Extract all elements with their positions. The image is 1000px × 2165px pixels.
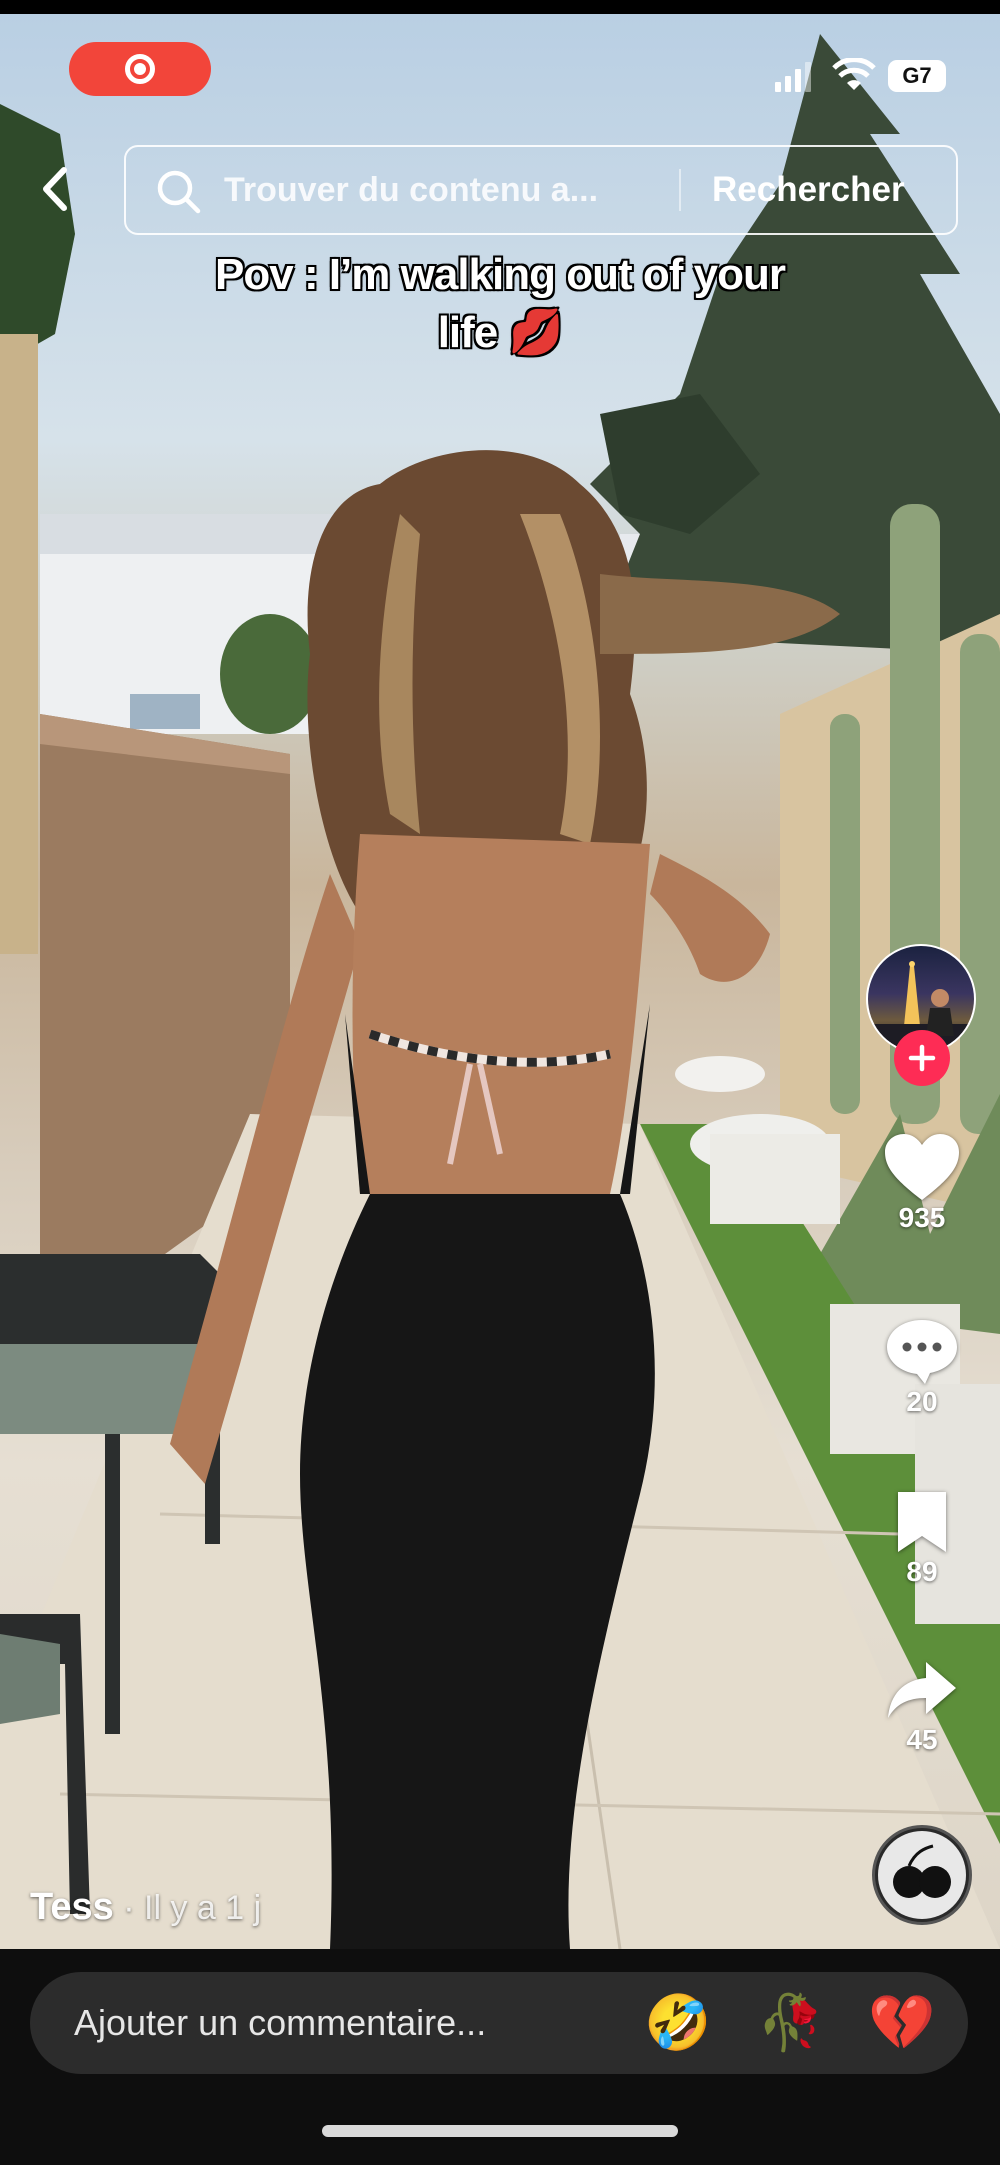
share-count: 45: [906, 1724, 938, 1755]
search-placeholder[interactable]: Trouver du contenu a...: [224, 147, 598, 233]
like-button[interactable]: 935: [864, 1132, 980, 1234]
plus-icon: [908, 1044, 936, 1072]
signal-icon: [775, 62, 811, 92]
screen-record-indicator[interactable]: [69, 42, 211, 96]
emoji-laughing[interactable]: 🤣: [644, 1996, 711, 2050]
comment-placeholder[interactable]: Ajouter un commentaire...: [74, 1972, 486, 2074]
share-button[interactable]: 45: [864, 1658, 980, 1756]
home-indicator[interactable]: [322, 2125, 678, 2137]
heart-icon: [885, 1134, 959, 1200]
post-time: · Il y a 1 j: [113, 1889, 262, 1927]
search-icon: [157, 170, 201, 214]
search-button[interactable]: Rechercher: [712, 147, 905, 233]
emoji-wilted-rose[interactable]: 🥀: [757, 1996, 824, 2050]
status-bar: G7: [0, 14, 1000, 124]
save-count: 89: [906, 1556, 938, 1587]
emoji-broken-heart[interactable]: 💔: [868, 1996, 935, 2050]
music-disc[interactable]: [872, 1825, 972, 1925]
video-caption: Pov : I’m walking out of your life 💋: [150, 246, 850, 362]
comment-bar-area: Ajouter un commentaire... 🤣 🥀 💔: [0, 1949, 1000, 2165]
battery-indicator: G7: [888, 60, 946, 92]
save-button[interactable]: 89: [864, 1488, 980, 1588]
comment-icon: [887, 1320, 957, 1384]
search-bar[interactable]: Trouver du contenu a... Rechercher: [124, 145, 958, 235]
music-cover-icon: [878, 1831, 966, 1919]
like-count: 935: [898, 1202, 946, 1233]
comment-count: 20: [906, 1386, 938, 1417]
video-player[interactable]: G7 Trouver du contenu a... Rechercher Po…: [0, 14, 1000, 1949]
caption-line-1: Pov : I’m walking out of your: [215, 250, 786, 299]
caption-line-2: life 💋: [437, 308, 564, 357]
author-info[interactable]: Tess · Il y a 1 j: [30, 1886, 261, 1929]
share-arrow-icon: [888, 1662, 956, 1718]
comment-button[interactable]: 20: [864, 1316, 980, 1418]
record-icon: [125, 54, 155, 84]
author-name[interactable]: Tess: [30, 1886, 114, 1928]
bookmark-icon: [898, 1492, 946, 1552]
follow-button[interactable]: [894, 1030, 950, 1086]
search-divider: [679, 169, 681, 211]
comment-input[interactable]: Ajouter un commentaire... 🤣 🥀 💔: [30, 1972, 968, 2074]
wifi-icon: [832, 58, 876, 90]
back-arrow-icon[interactable]: [36, 164, 76, 214]
